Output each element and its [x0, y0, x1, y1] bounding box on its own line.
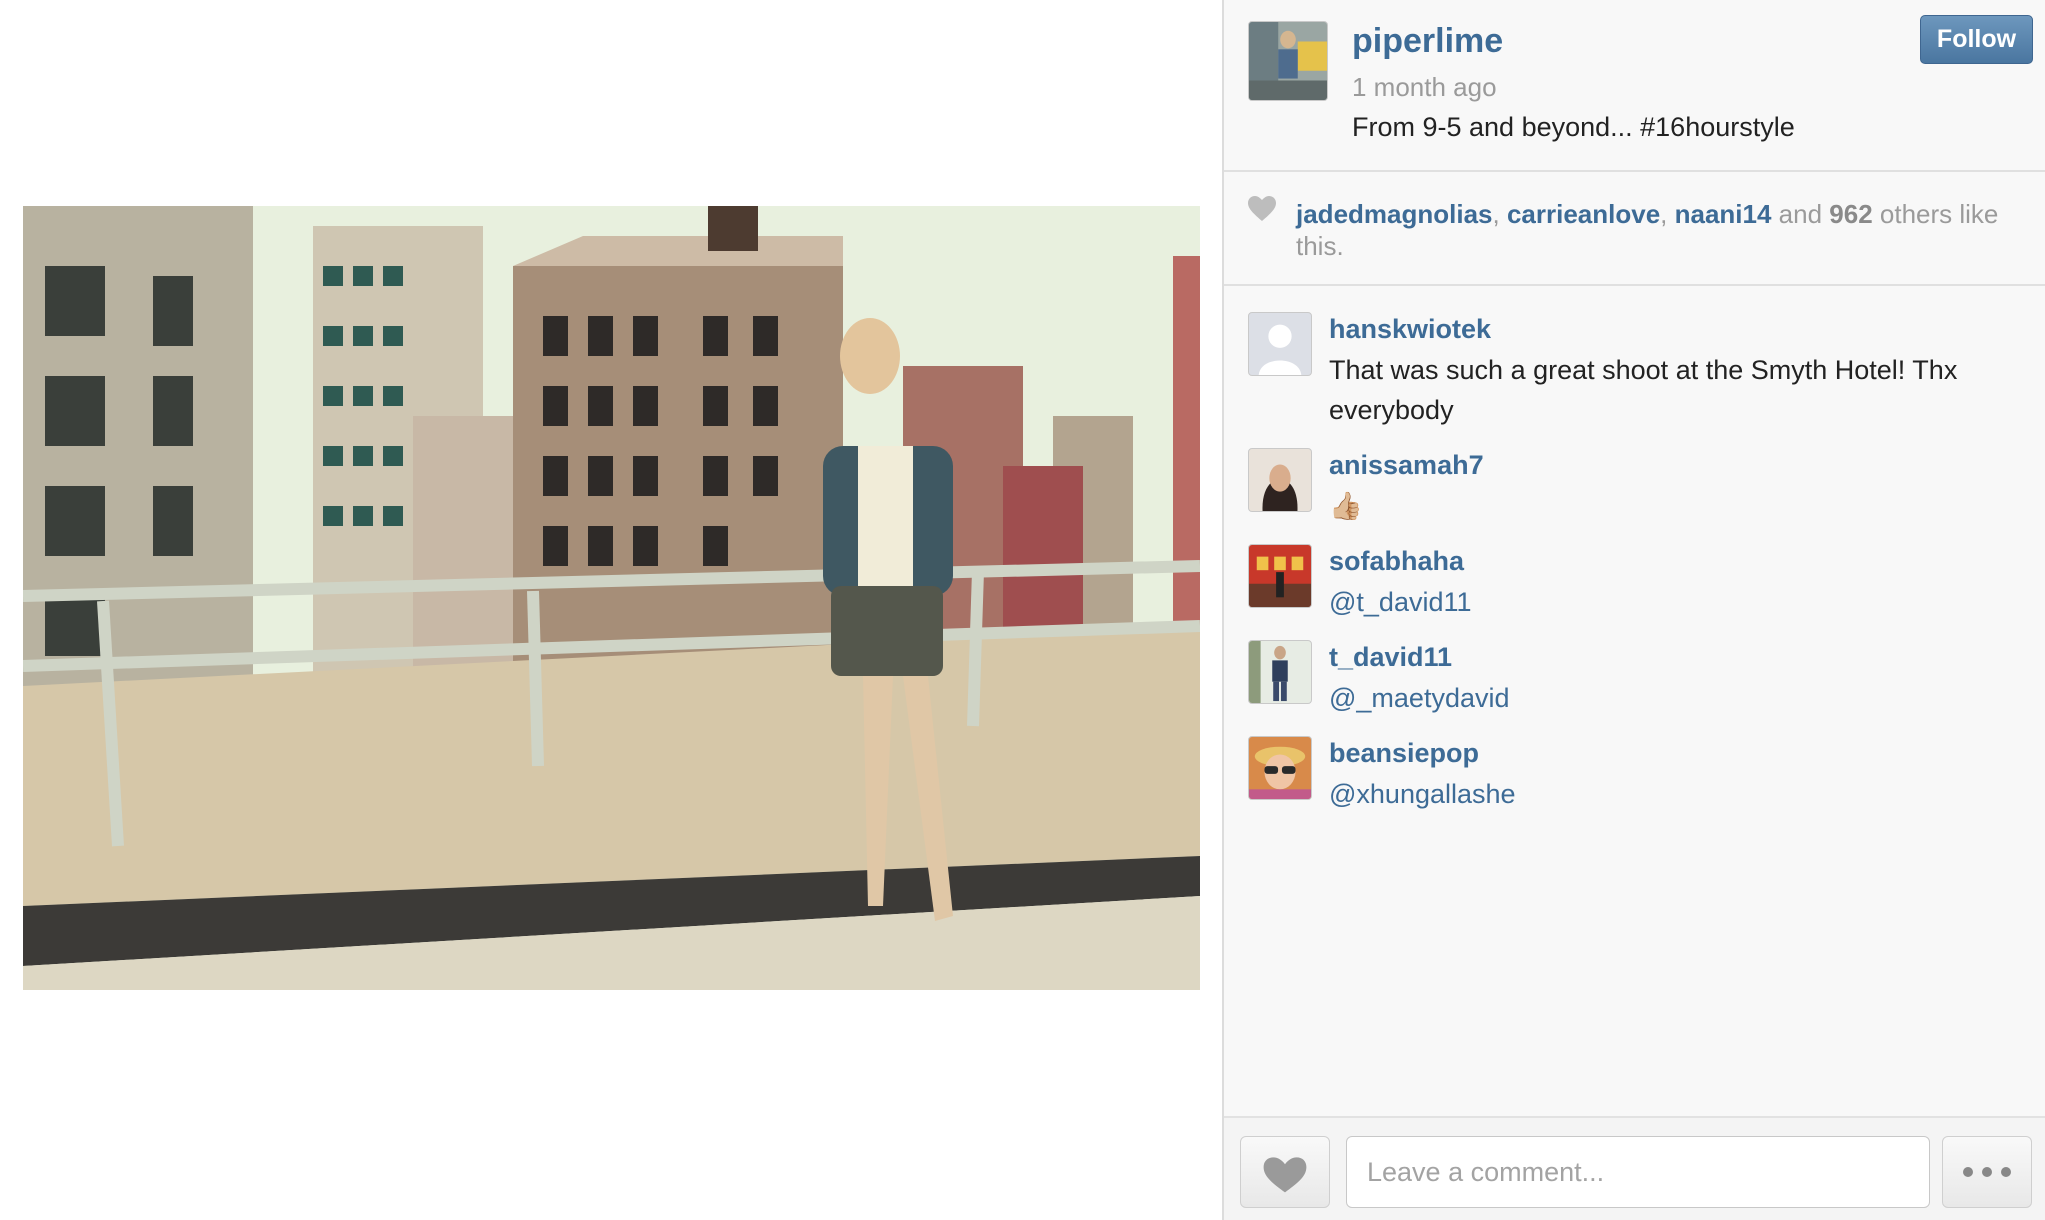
post-timestamp[interactable]: 1 month ago: [1352, 72, 1497, 103]
comment-text: That was such a great shoot at the Smyth…: [1329, 355, 1958, 425]
likes-others-count[interactable]: 962: [1829, 199, 1872, 229]
post-side-panel: piperlime 1 month ago From 9-5 and beyon…: [1222, 0, 2045, 1220]
liker-link[interactable]: carrieanlove: [1507, 199, 1660, 229]
rooftop-photo-illustration: [23, 206, 1200, 990]
likes-separator: ,: [1660, 199, 1675, 229]
owner-username[interactable]: piperlime: [1352, 22, 1503, 61]
media-pane: [0, 0, 1222, 1220]
like-button[interactable]: [1240, 1136, 1330, 1208]
comment-username[interactable]: hanskwiotek: [1329, 314, 1491, 345]
heart-icon: [1263, 1157, 1307, 1193]
comment-input[interactable]: [1346, 1136, 1930, 1208]
more-options-button[interactable]: [1942, 1136, 2032, 1208]
post-header: piperlime 1 month ago From 9-5 and beyon…: [1224, 0, 2045, 172]
ellipsis-icon: [1943, 1137, 2031, 1207]
likes-and: and: [1771, 199, 1830, 229]
heart-icon: [1248, 196, 1276, 221]
commenter-avatar[interactable]: [1248, 736, 1312, 800]
liker-link[interactable]: naani14: [1675, 199, 1772, 229]
comment-username[interactable]: beansiepop: [1329, 738, 1479, 769]
liker-link[interactable]: jadedmagnolias: [1296, 199, 1493, 229]
follow-button[interactable]: Follow: [1920, 15, 2033, 64]
commenter-avatar[interactable]: [1248, 544, 1312, 608]
comment-username[interactable]: anissamah7: [1329, 450, 1484, 481]
comment-footer: [1224, 1116, 2045, 1220]
commenter-avatar[interactable]: [1248, 312, 1312, 376]
comment-username[interactable]: sofabhaha: [1329, 546, 1464, 577]
comment-text: 👍🏼: [1329, 491, 1363, 521]
comment-mention[interactable]: @t_david11: [1329, 582, 2009, 622]
post-caption: From 9-5 and beyond... #16hourstyle: [1352, 112, 1795, 142]
likes-separator: ,: [1492, 199, 1507, 229]
comment-mention[interactable]: @xhungallashe: [1329, 774, 2009, 814]
post-photo[interactable]: [23, 206, 1200, 990]
commenter-avatar[interactable]: [1248, 640, 1312, 704]
comment-mention[interactable]: @_maetydavid: [1329, 678, 2009, 718]
comment-username[interactable]: t_david11: [1329, 642, 1452, 673]
commenter-avatar[interactable]: [1248, 448, 1312, 512]
owner-avatar[interactable]: [1248, 21, 1328, 101]
likes-summary: jadedmagnolias, carrieanlove, naani14 an…: [1224, 174, 2045, 286]
likes-text: jadedmagnolias, carrieanlove, naani14 an…: [1296, 198, 2016, 262]
